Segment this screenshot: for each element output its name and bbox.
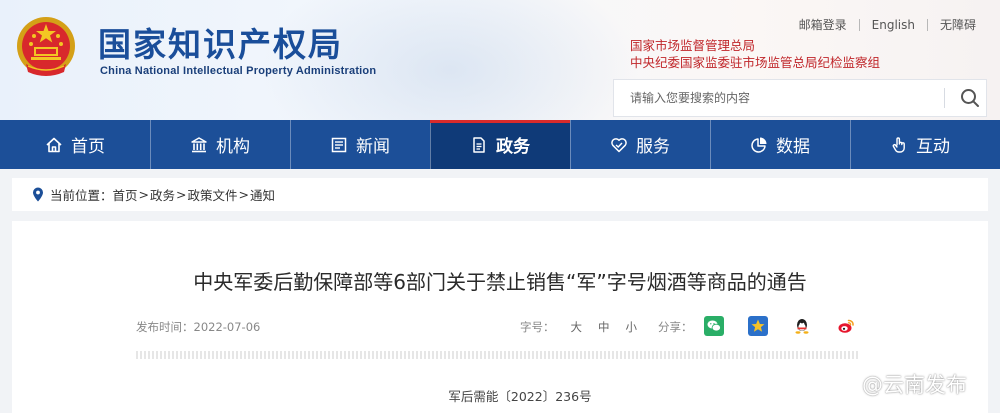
hand-pointer-icon xyxy=(892,136,905,153)
nav-item-government-affairs[interactable]: 政务 xyxy=(430,120,570,169)
search-input[interactable] xyxy=(614,80,944,116)
breadcrumb-notice[interactable]: 通知 xyxy=(250,185,275,204)
search-divider xyxy=(944,88,945,108)
nav-item-interaction[interactable]: 互动 xyxy=(850,120,990,169)
share-label: 分享： xyxy=(658,320,693,334)
home-icon xyxy=(46,137,62,152)
weibo-icon xyxy=(828,373,857,396)
nav-item-label: 政务 xyxy=(496,137,530,157)
nav-item-home[interactable]: 首页 xyxy=(0,120,150,169)
document-icon xyxy=(473,136,485,153)
breadcrumb-prefix: 当前位置： xyxy=(50,188,113,203)
weibo-icon xyxy=(838,319,854,333)
breadcrumb-separator: > xyxy=(176,187,187,202)
org-links: 国家市场监督管理总局 中央纪委国家监委驻市场监管总局纪检监察组 xyxy=(630,37,880,71)
site-header: 国家知识产权局 China National Intellectual Prop… xyxy=(0,0,1000,120)
site-logo-cn[interactable]: 国家知识产权局 xyxy=(98,18,343,66)
font-size-controls: 字号： 大 中 小 xyxy=(520,319,637,335)
english-link[interactable]: English xyxy=(860,18,927,32)
nav-item-news[interactable]: 新闻 xyxy=(290,120,430,169)
site-logo-en[interactable]: China National Intellectual Property Adm… xyxy=(100,65,376,77)
font-size-small-button[interactable]: 小 xyxy=(626,319,638,335)
top-links: 邮箱登录 English 无障碍 xyxy=(787,16,988,33)
font-size-label: 字号： xyxy=(520,320,555,334)
breadcrumb-separator: > xyxy=(238,187,250,202)
search-icon xyxy=(961,89,979,107)
breadcrumb-government-affairs[interactable]: 政务 xyxy=(150,185,175,204)
qq-icon xyxy=(795,319,809,334)
share-qq-button[interactable] xyxy=(792,316,812,336)
share-wechat-button[interactable] xyxy=(704,316,724,336)
meta-divider xyxy=(136,351,860,359)
search-button[interactable] xyxy=(954,82,986,114)
nav-item-label: 机构 xyxy=(216,137,250,157)
service-icon xyxy=(611,137,627,152)
inspection-group-link[interactable]: 中央纪委国家监委驻市场监管总局纪检监察组 xyxy=(630,54,880,71)
publish-date-value: 2022-07-06 xyxy=(193,320,261,334)
samr-link[interactable]: 国家市场监督管理总局 xyxy=(630,37,880,54)
nav-item-label: 服务 xyxy=(636,137,670,157)
news-icon xyxy=(331,137,347,152)
nav-item-label: 互动 xyxy=(916,137,950,157)
accessibility-link[interactable]: 无障碍 xyxy=(928,16,988,33)
publish-date-label: 发布时间： xyxy=(136,320,194,334)
watermark-text: @云南发布 xyxy=(862,373,967,397)
font-size-large-button[interactable]: 大 xyxy=(571,319,583,335)
pie-chart-icon xyxy=(751,137,767,153)
font-size-medium-button[interactable]: 中 xyxy=(598,319,610,335)
nav-item-label: 新闻 xyxy=(356,137,390,157)
search-box xyxy=(613,79,987,117)
nav-item-service[interactable]: 服务 xyxy=(570,120,710,169)
location-pin-icon xyxy=(33,187,43,202)
wechat-icon xyxy=(707,320,721,332)
national-emblem-icon[interactable] xyxy=(14,14,78,82)
breadcrumb: 当前位置： 首页 > 政务 > 政策文件 > 通知 xyxy=(12,178,988,211)
main-nav: 首页 机构 新闻 政务 服务 数据 互动 xyxy=(0,120,1000,169)
nav-item-institution[interactable]: 机构 xyxy=(150,120,290,169)
nav-item-label: 数据 xyxy=(776,137,810,157)
share-weibo-button[interactable] xyxy=(836,316,856,336)
publish-date: 发布时间：2022-07-06 xyxy=(136,319,260,335)
mail-login-link[interactable]: 邮箱登录 xyxy=(787,16,859,33)
breadcrumb-separator: > xyxy=(138,187,150,202)
breadcrumb-policy-documents[interactable]: 政策文件 xyxy=(188,185,238,204)
institution-icon xyxy=(191,136,207,152)
share-qzone-button[interactable] xyxy=(748,316,768,336)
qzone-star-icon xyxy=(751,319,765,332)
watermark: @云南发布 xyxy=(826,369,967,399)
breadcrumb-home[interactable]: 首页 xyxy=(113,185,138,204)
nav-item-data[interactable]: 数据 xyxy=(710,120,850,169)
article-title: 中央军委后勤保障部等6部门关于禁止销售“军”字号烟酒等商品的通告 xyxy=(193,270,807,294)
nav-item-label: 首页 xyxy=(71,137,105,157)
